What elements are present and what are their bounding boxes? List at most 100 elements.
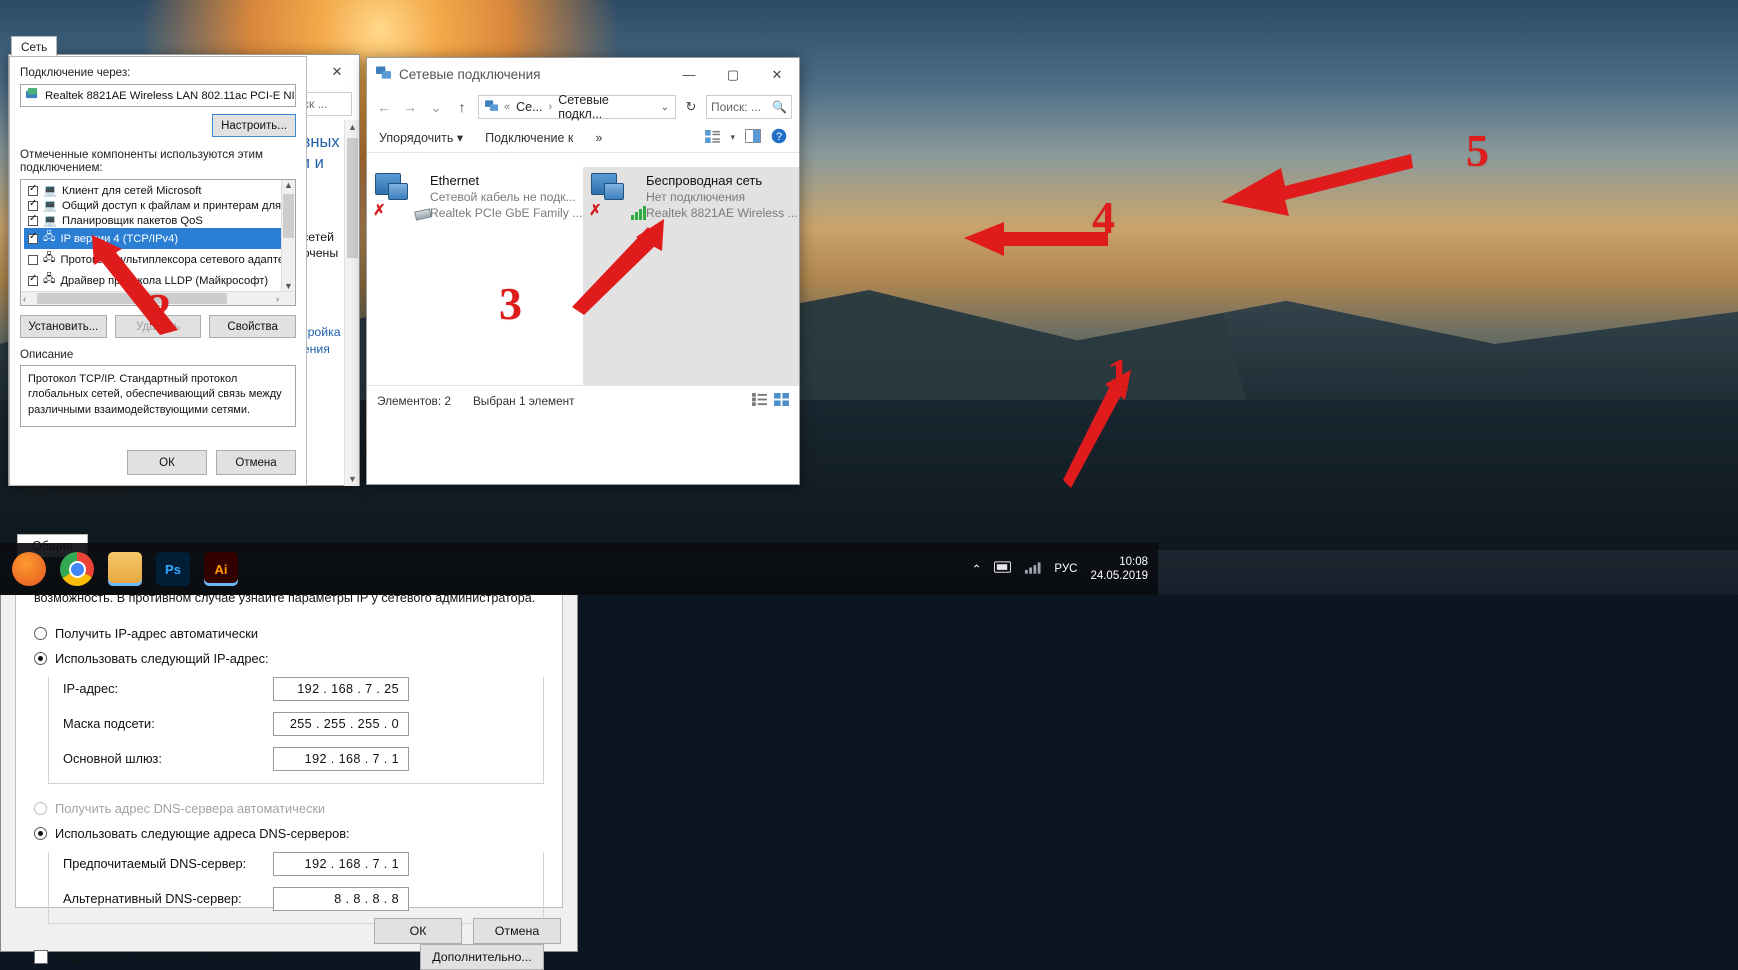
validate-settings-row[interactable]: Подтвердить параметры при выходе	[34, 949, 272, 964]
list-item[interactable]: ✗ Ethernet Сетевой кабель не подк... Rea…	[367, 167, 583, 415]
input-ip-address[interactable]: 192 . 168 . 7 . 25	[273, 676, 409, 701]
ok-button[interactable]: ОК	[374, 918, 462, 944]
radio-row-auto-dns[interactable]: Получить адрес DNS-сервера автоматически	[34, 801, 544, 816]
photoshop-icon[interactable]: Ps	[156, 552, 190, 586]
organize-button[interactable]: Упорядочить ▾	[379, 130, 463, 145]
window2-command-bar[interactable]: Упорядочить ▾ Подключение к » ▾ ?	[367, 123, 799, 153]
radio-row-auto-ip[interactable]: Получить IP-адрес автоматически	[34, 626, 544, 641]
field-row-ip-address[interactable]: IP-адрес: 192 . 168 . 7 . 25	[63, 676, 543, 701]
tab-network[interactable]: Сеть	[11, 36, 58, 57]
component-checkbox[interactable]	[28, 273, 38, 286]
more-commands-button[interactable]: »	[595, 131, 602, 145]
install-button[interactable]: Установить...	[20, 315, 107, 338]
radio-label-manual-ip[interactable]: Использовать следующий IP-адрес:	[55, 651, 269, 666]
window2-controls[interactable]: — ▢ ✕	[667, 58, 799, 91]
radio-obtain-dns-automatically[interactable]	[34, 801, 47, 815]
field-row-preferred-dns[interactable]: Предпочитаемый DNS-сервер: 192 . 168 . 7…	[63, 851, 543, 876]
chrome-icon[interactable]	[60, 552, 94, 586]
window2-maximize-button[interactable]: ▢	[711, 58, 755, 91]
component-label[interactable]: Общий доступ к файлам и принтерам для се…	[62, 200, 295, 212]
window4-footer[interactable]: ОК Отмена	[1, 908, 577, 944]
radio-row-manual-dns[interactable]: Использовать следующие адреса DNS-сервер…	[34, 826, 544, 841]
component-checkbox[interactable]	[28, 198, 38, 211]
label-validate-on-exit[interactable]: Подтвердить параметры при выходе	[57, 950, 272, 964]
advanced-button[interactable]: Дополнительно...	[420, 943, 544, 970]
preview-pane-icon[interactable]	[745, 129, 761, 146]
window1-scrollbar[interactable]: ▲ ▼	[344, 120, 359, 486]
forward-button[interactable]: →	[400, 99, 420, 115]
taskbar[interactable]: Ps Ai ⌃ РУС 10:08 24.05.2019	[0, 543, 1158, 595]
field-row-alternate-dns[interactable]: Альтернативный DNS-сервер: 8 . 8 . 8 . 8	[63, 886, 543, 911]
up-button[interactable]: ↑	[452, 99, 472, 115]
start-icon[interactable]	[12, 552, 46, 586]
radio-label-auto-dns[interactable]: Получить адрес DNS-сервера автоматически	[55, 801, 325, 816]
tray-display-icon[interactable]	[994, 560, 1012, 578]
tray-chevron-icon[interactable]: ⌃	[972, 562, 982, 576]
radio-row-manual-ip[interactable]: Использовать следующий IP-адрес:	[34, 651, 544, 666]
language-indicator[interactable]: РУС	[1054, 563, 1077, 575]
connections-list[interactable]: ✗ Ethernet Сетевой кабель не подк... Rea…	[367, 153, 799, 415]
see-also-vpn[interactable]: VPN-подключения	[23, 485, 174, 499]
components-vertical-scrollbar[interactable]: ▲ ▼	[281, 180, 295, 305]
input-default-gateway[interactable]: 192 . 168 . 7 . 1	[273, 746, 409, 771]
status-view-buttons[interactable]	[752, 392, 789, 409]
clock[interactable]: 10:08 24.05.2019	[1090, 555, 1148, 584]
properties-button[interactable]: Свойства	[209, 315, 297, 338]
component-label[interactable]: Планировщик пакетов QoS	[62, 215, 203, 227]
scroll-down-arrow[interactable]: ▼	[345, 474, 360, 484]
radio-use-following-ip[interactable]	[34, 651, 47, 665]
component-checkbox[interactable]	[28, 254, 38, 265]
dialog-wireless-properties[interactable]: Беспроводная сеть: свойства ✕ Сеть Досту…	[0, 0, 316, 490]
configure-button[interactable]: Настроить...	[212, 114, 296, 137]
window2-close-button[interactable]: ✕	[755, 58, 799, 91]
input-subnet-mask[interactable]: 255 . 255 . 255 . 0	[273, 711, 409, 736]
scroll-right-arrow[interactable]: ›	[276, 294, 279, 304]
radio-obtain-ip-automatically[interactable]	[34, 626, 47, 640]
component-label[interactable]: Клиент для сетей Microsoft	[62, 185, 202, 197]
component-label[interactable]: IP версии 4 (TCP/IPv4)	[60, 233, 178, 245]
recent-locations-button[interactable]: ⌄	[426, 99, 446, 116]
component-label[interactable]: Протокол мультиплексора сетевого адаптер…	[60, 254, 295, 266]
cancel-button[interactable]: Отмена	[473, 918, 561, 944]
scroll-thumb[interactable]	[283, 194, 294, 238]
window2-breadcrumb[interactable]: « Се... › Сетевые подкл... ⌄	[478, 93, 676, 121]
scroll-up-arrow[interactable]: ▲	[345, 122, 360, 132]
radio-label-auto-ip[interactable]: Получить IP-адрес автоматически	[55, 626, 258, 641]
connect-to-button[interactable]: Подключение к	[485, 131, 573, 145]
details-view-icon[interactable]	[752, 392, 767, 409]
radio-use-following-dns[interactable]	[34, 826, 47, 840]
input-preferred-dns[interactable]: 192 . 168 . 7 . 1	[273, 851, 409, 876]
refresh-icon[interactable]: ↻	[682, 99, 700, 115]
ok-button[interactable]: ОК	[127, 450, 207, 475]
breadcrumb-item-2[interactable]: Сетевые подкл...	[558, 93, 654, 121]
command-bar-right[interactable]: ▾ ?	[705, 128, 787, 147]
breadcrumb-item-1[interactable]: Се...	[516, 100, 542, 114]
view-caret-icon[interactable]: ▾	[730, 132, 735, 143]
window2-search-box[interactable]: Поиск: ... 🔍	[706, 95, 792, 119]
taskbar-icons[interactable]: Ps Ai	[0, 552, 238, 586]
hscroll-thumb[interactable]	[37, 293, 227, 304]
window1-close-button[interactable]: ✕	[315, 55, 359, 88]
input-alternate-dns[interactable]: 8 . 8 . 8 . 8	[273, 886, 409, 911]
view-layout-icon[interactable]	[705, 129, 721, 146]
large-icons-view-icon[interactable]	[774, 392, 789, 409]
list-item[interactable]: ✗ Беспроводная сеть Нет подключения Real…	[583, 167, 799, 415]
help-icon[interactable]: ?	[771, 128, 787, 147]
field-row-default-gateway[interactable]: Основной шлюз: 192 . 168 . 7 . 1	[63, 746, 543, 771]
back-button[interactable]: ←	[374, 99, 394, 115]
window2-minimize-button[interactable]: —	[667, 58, 711, 91]
network-tray-icon[interactable]	[1024, 561, 1041, 578]
scroll-thumb[interactable]	[347, 138, 358, 258]
radio-label-manual-dns[interactable]: Использовать следующие адреса DNS-сервер…	[55, 826, 350, 841]
component-checkbox[interactable]	[28, 183, 38, 196]
field-row-subnet-mask[interactable]: Маска подсети: 255 . 255 . 255 . 0	[63, 711, 543, 736]
cancel-button[interactable]: Отмена	[216, 450, 296, 475]
scroll-down-arrow[interactable]: ▼	[282, 281, 295, 291]
illustrator-icon[interactable]: Ai	[204, 552, 238, 586]
scroll-left-arrow[interactable]: ‹	[23, 294, 26, 304]
window2-navigation-bar[interactable]: ← → ⌄ ↑ « Се... › Сетевые подкл... ⌄ ↻ П…	[367, 91, 799, 123]
component-checkbox[interactable]	[28, 231, 38, 244]
window2-titlebar[interactable]: Сетевые подключения — ▢ ✕	[367, 58, 799, 91]
system-tray[interactable]: ⌃ РУС 10:08 24.05.2019	[972, 555, 1158, 584]
checkbox-validate-on-exit[interactable]	[34, 949, 48, 964]
